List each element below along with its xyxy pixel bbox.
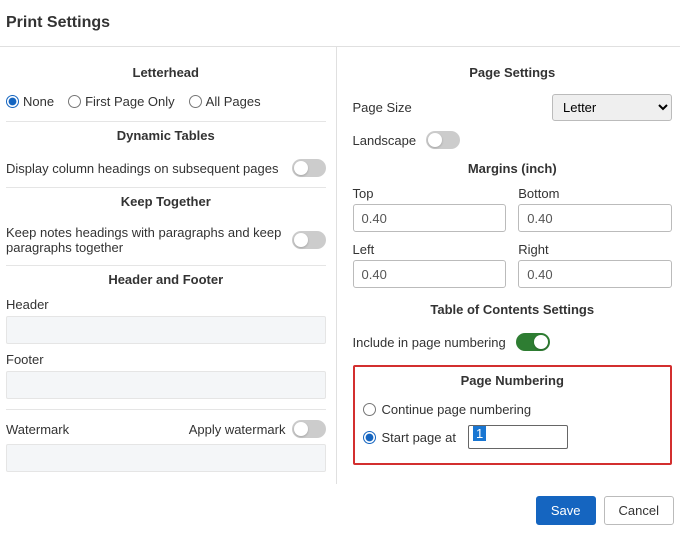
margins-grid: Top Bottom Left Right [353,186,673,288]
letterhead-options: None First Page Only All Pages [6,90,326,117]
margin-right-input[interactable] [518,260,672,288]
page-numbering-box: Page Numbering Continue page numbering S… [353,365,673,465]
landscape-row: Landscape [353,125,673,155]
pn-start-value: 1 [473,426,486,441]
header-input[interactable] [6,316,326,344]
footer-label: Footer [6,352,326,367]
keep-together-toggle[interactable] [292,231,326,249]
margins-heading: Margins (inch) [353,161,673,176]
toc-heading: Table of Contents Settings [353,302,673,317]
letterhead-label-none: None [23,94,54,109]
dynamic-tables-label: Display column headings on subsequent pa… [6,161,284,176]
page-settings-heading: Page Settings [353,65,673,80]
apply-watermark-toggle[interactable] [292,420,326,438]
keep-together-label: Keep notes headings with paragraphs and … [6,225,284,255]
margin-left-label: Left [353,242,507,257]
landscape-toggle[interactable] [426,131,460,149]
margin-bottom-input[interactable] [518,204,672,232]
toc-include-label: Include in page numbering [353,335,506,350]
letterhead-radio-first[interactable] [68,95,81,108]
landscape-label: Landscape [353,133,417,148]
keep-together-row: Keep notes headings with paragraphs and … [6,219,326,261]
letterhead-heading: Letterhead [6,65,326,80]
save-button[interactable]: Save [536,496,596,525]
pn-start-option[interactable]: Start page at 1 [363,421,663,453]
pn-continue-option[interactable]: Continue page numbering [363,398,663,421]
page-numbering-heading: Page Numbering [363,373,663,388]
margin-top-input[interactable] [353,204,507,232]
right-column: Page Settings Page Size Letter Landscape… [337,47,680,484]
page-size-row: Page Size Letter [353,90,673,125]
keep-together-heading: Keep Together [6,194,326,209]
letterhead-option-none[interactable]: None [6,94,54,109]
watermark-label: Watermark [6,422,181,437]
pn-continue-label: Continue page numbering [382,402,532,417]
letterhead-label-all: All Pages [206,94,261,109]
page-size-label: Page Size [353,100,412,115]
letterhead-radio-none[interactable] [6,95,19,108]
letterhead-radio-all[interactable] [189,95,202,108]
pn-start-radio[interactable] [363,431,376,444]
header-footer-heading: Header and Footer [6,272,326,287]
margin-bottom-label: Bottom [518,186,672,201]
left-column: Letterhead None First Page Only All Page… [0,47,337,484]
margin-top-label: Top [353,186,507,201]
page-size-select[interactable]: Letter [552,94,672,121]
pn-continue-radio[interactable] [363,403,376,416]
header-label: Header [6,297,326,312]
margin-right-label: Right [518,242,672,257]
watermark-input[interactable] [6,444,326,472]
dynamic-tables-row: Display column headings on subsequent pa… [6,153,326,183]
cancel-button[interactable]: Cancel [604,496,674,525]
toc-include-row: Include in page numbering [353,327,673,357]
pn-start-label: Start page at [382,430,456,445]
letterhead-label-first: First Page Only [85,94,175,109]
watermark-row: Watermark Apply watermark [6,414,326,444]
margin-left-input[interactable] [353,260,507,288]
dynamic-tables-heading: Dynamic Tables [6,128,326,143]
letterhead-option-first[interactable]: First Page Only [68,94,175,109]
apply-watermark-label: Apply watermark [189,422,286,437]
footer-buttons: Save Cancel [0,484,680,533]
letterhead-option-all[interactable]: All Pages [189,94,261,109]
toc-include-toggle[interactable] [516,333,550,351]
dynamic-tables-toggle[interactable] [292,159,326,177]
page-title: Print Settings [0,0,680,47]
content: Letterhead None First Page Only All Page… [0,47,680,484]
footer-input[interactable] [6,371,326,399]
pn-start-input[interactable]: 1 [468,425,568,449]
